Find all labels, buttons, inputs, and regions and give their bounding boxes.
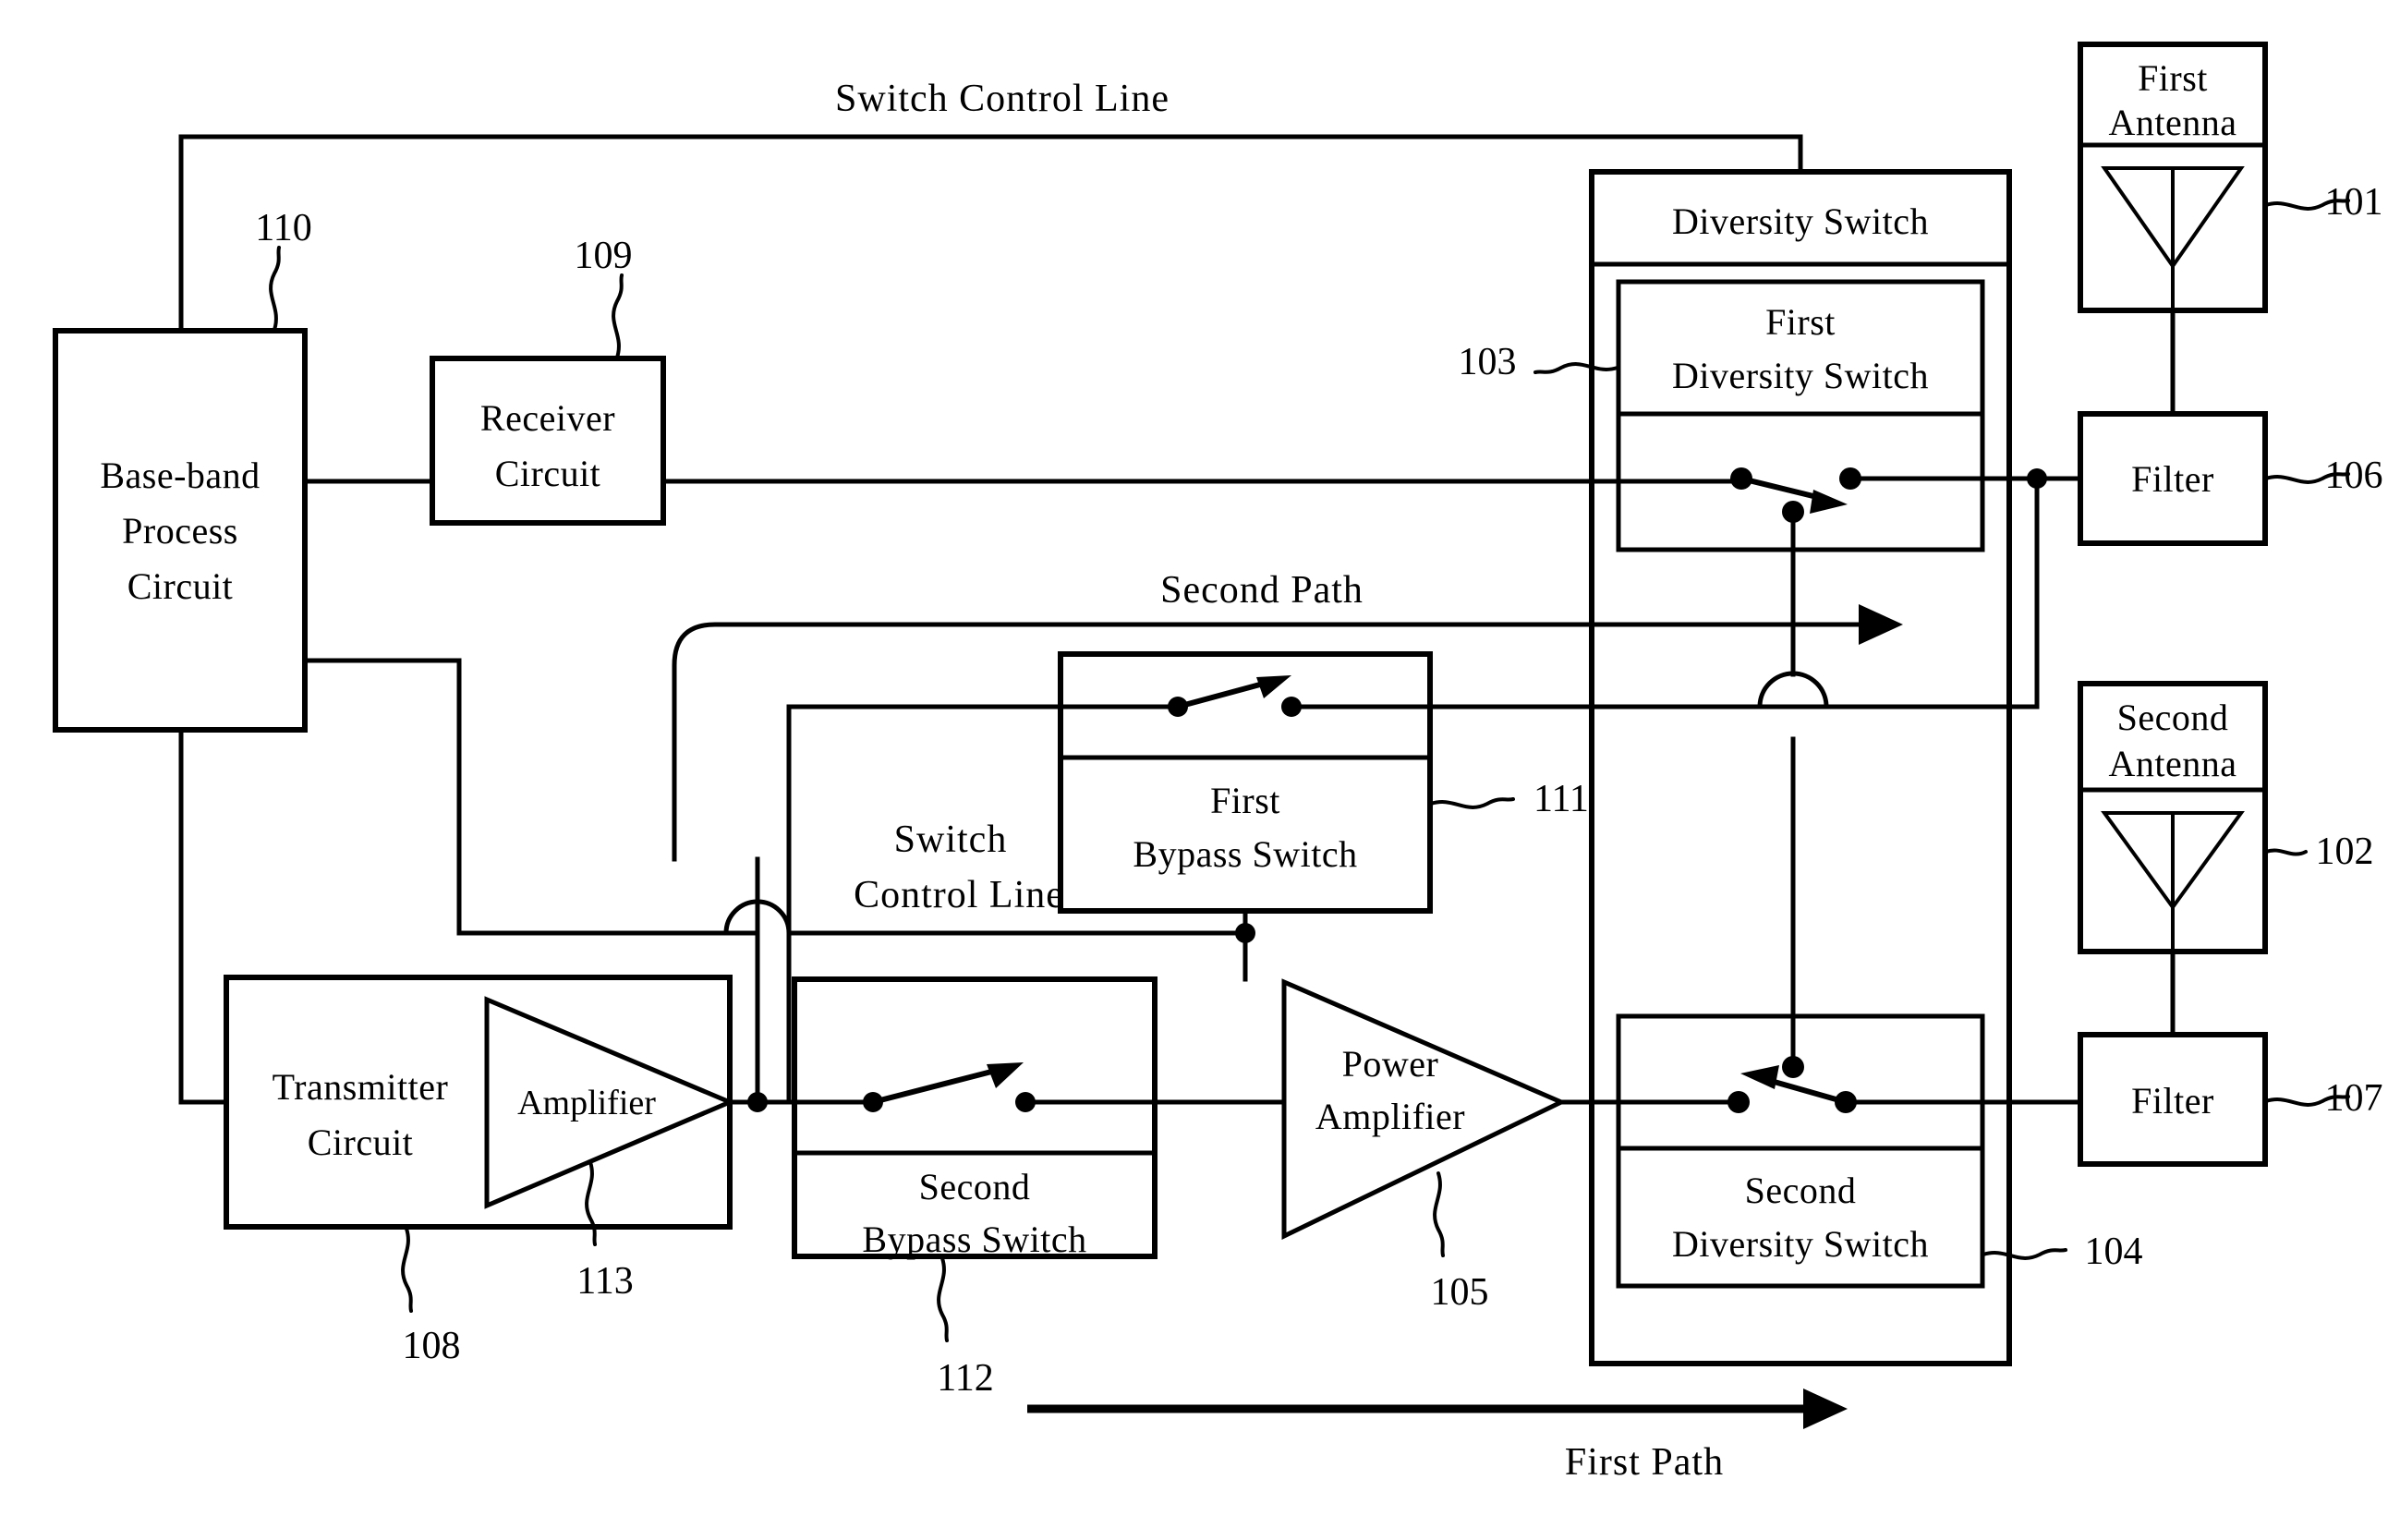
second-diversity-ref-leader <box>1982 1248 2067 1260</box>
baseband-label-line1: Base-band <box>100 455 260 496</box>
first-bypass-ref: 111 <box>1533 778 1589 820</box>
second-diversity-ref: 104 <box>2085 1231 2143 1273</box>
first-bypass-label-line2: Bypass Switch <box>1133 833 1357 875</box>
first-path-arrowhead <box>1803 1388 1848 1429</box>
baseband-label-line3: Circuit <box>127 565 234 607</box>
second-bypass-label-line2: Bypass Switch <box>862 1219 1086 1260</box>
receiver-ref: 109 <box>575 235 633 277</box>
second-antenna-label-line1: Second <box>2117 697 2229 738</box>
second-bypass-ref: 112 <box>937 1357 993 1400</box>
second-path-arrowhead <box>1859 604 1903 645</box>
first-filter-label: Filter <box>2131 458 2214 500</box>
patent-figure: Base-band Process Circuit 110 Receiver C… <box>0 0 2400 1540</box>
power-amplifier-label-line2: Amplifier <box>1315 1096 1465 1137</box>
transmitter-ref: 108 <box>403 1325 461 1367</box>
receiver-label-line2: Circuit <box>495 453 601 494</box>
first-bypass-label-line1: First <box>1210 780 1280 821</box>
transmitter-label-line1: Transmitter <box>273 1066 449 1108</box>
second-path-arrow-line <box>672 622 1869 862</box>
amplifier-label: Amplifier <box>517 1084 656 1122</box>
diagram-canvas: Base-band Process Circuit 110 Receiver C… <box>53 42 2383 1484</box>
second-bypass-label-line1: Second <box>919 1166 1031 1207</box>
second-diversity-label-line1: Second <box>1745 1170 1857 1211</box>
second-antenna-label-line2: Antenna <box>2108 743 2236 784</box>
first-antenna-label-line2: Antenna <box>2108 102 2236 143</box>
switch-control-line-top-label: Switch Control Line <box>835 78 1170 120</box>
second-bypass-switch-box <box>792 976 1158 1259</box>
switch-control-line-mid-label-line2: Control Line <box>854 874 1064 916</box>
second-diversity-blade-arrowhead <box>1740 1065 1779 1089</box>
second-filter-label: Filter <box>2131 1080 2214 1122</box>
first-bypass-blade <box>1177 679 1271 709</box>
first-bypass-blade-arrowhead <box>1256 675 1291 698</box>
wire-baseband-to-switch-control-mid <box>302 658 760 936</box>
second-filter-ref: 107 <box>2325 1077 2383 1120</box>
power-amplifier-ref: 105 <box>1431 1271 1489 1314</box>
first-diversity-ref-leader <box>1533 362 1619 374</box>
first-diversity-label-line1: First <box>1765 301 1836 343</box>
first-bypass-ref-leader <box>1429 797 1515 809</box>
switch-control-line-top-wire <box>178 134 1803 333</box>
first-diversity-blade-arrowhead <box>1810 490 1848 514</box>
first-diversity-ref: 103 <box>1459 341 1517 383</box>
first-antenna-label-line1: First <box>2138 57 2208 99</box>
amplifier-ref-leader <box>585 1160 597 1246</box>
second-diversity-label-line2: Diversity Switch <box>1672 1223 1929 1265</box>
power-amplifier-label-line1: Power <box>1342 1043 1439 1085</box>
second-path-label: Second Path <box>1160 569 1364 612</box>
receiver-ref-leader <box>612 273 624 359</box>
first-antenna-ref: 101 <box>2325 181 2383 224</box>
transmitter-label-line2: Circuit <box>308 1122 414 1163</box>
first-path-label: First Path <box>1565 1441 1724 1484</box>
second-bypass-ref-leader <box>937 1256 949 1342</box>
baseband-label-line2: Process <box>122 510 238 552</box>
transmitter-ref-leader <box>401 1227 413 1313</box>
receiver-circuit-box <box>430 356 666 526</box>
power-amplifier-ref-leader <box>1433 1171 1445 1257</box>
amplifier-ref: 113 <box>576 1260 633 1303</box>
first-filter-ref: 106 <box>2325 455 2383 497</box>
wire-hop-diversity-common <box>1757 671 1829 708</box>
baseband-ref: 110 <box>255 207 311 249</box>
receiver-label-line1: Receiver <box>480 397 615 439</box>
second-diversity-blade <box>1764 1076 1847 1105</box>
wire-baseband-to-transmitter <box>178 727 229 1105</box>
second-antenna-ref-leader <box>2264 848 2308 856</box>
first-diversity-label-line2: Diversity Switch <box>1672 355 1929 396</box>
second-bypass-blade-arrowhead <box>987 1062 1024 1088</box>
first-diversity-blade <box>1740 476 1825 502</box>
second-bypass-blade <box>872 1066 1003 1105</box>
switch-control-line-mid-label-line1: Switch <box>894 819 1008 861</box>
second-antenna-ref: 102 <box>2316 831 2374 873</box>
baseband-ref-leader <box>269 246 281 332</box>
wire-first-bypass-right-to-bus <box>1289 476 2040 709</box>
diversity-switch-title: Diversity Switch <box>1672 200 1929 242</box>
